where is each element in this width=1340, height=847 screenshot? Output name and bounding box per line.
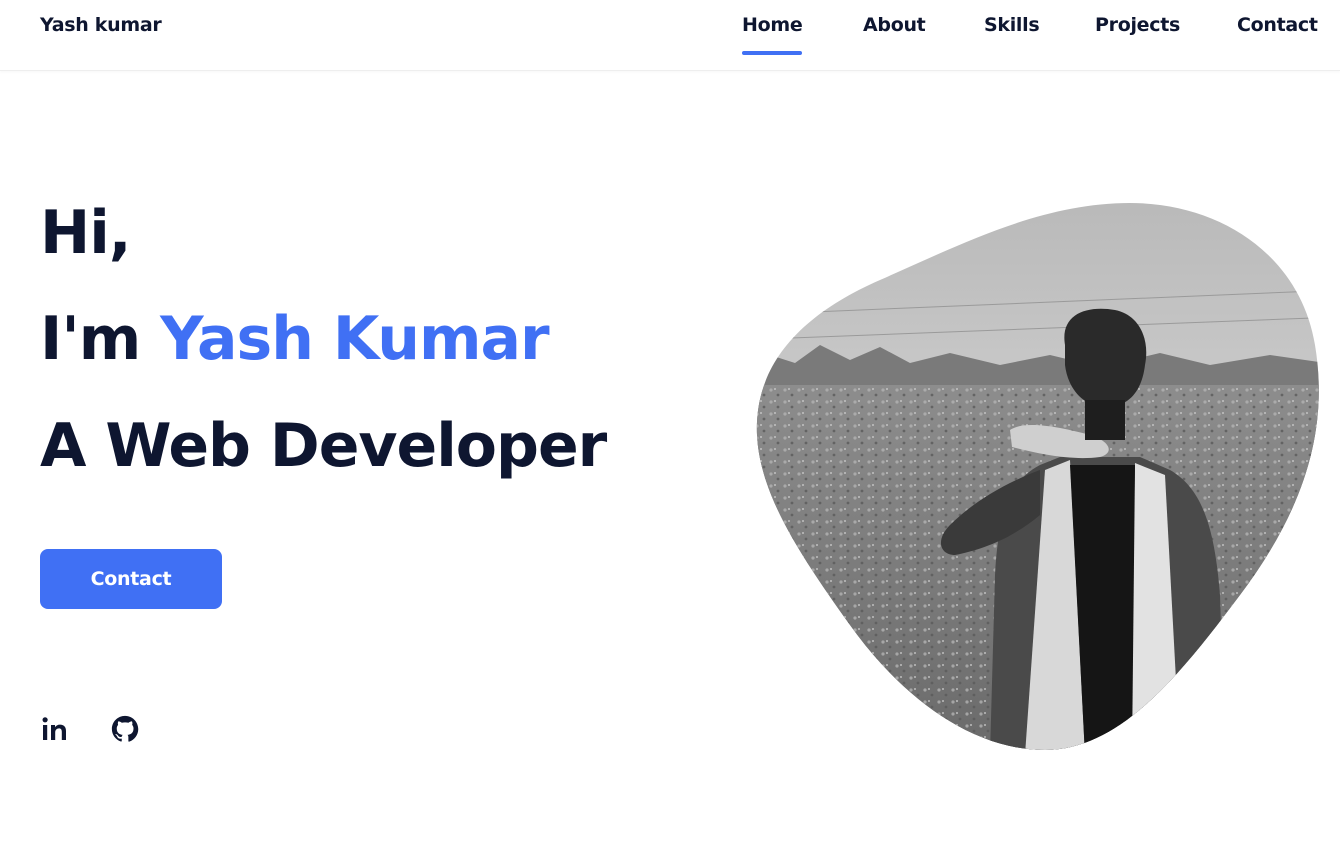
hero-name: Yash Kumar [160, 304, 549, 374]
nav-link-home[interactable]: Home [742, 14, 803, 55]
nav-link-skills[interactable]: Skills [984, 14, 1040, 36]
nav-link-about[interactable]: About [863, 14, 926, 36]
linkedin-icon[interactable] [40, 714, 70, 744]
hero-intro: I'm Yash Kumar [40, 309, 550, 369]
site-header: Yash kumar Home About Skills Projects Co… [0, 0, 1340, 71]
nav-link-contact[interactable]: Contact [1237, 14, 1318, 36]
hero-role: A Web Developer [40, 411, 607, 481]
nav-link-projects[interactable]: Projects [1095, 14, 1180, 36]
contact-button[interactable]: Contact [40, 549, 222, 609]
github-icon[interactable] [110, 714, 140, 744]
hero-intro-prefix: I'm [40, 304, 161, 374]
hero-greeting: Hi, [40, 198, 132, 268]
main-nav: Home About Skills Projects Contact [0, 14, 1340, 58]
profile-photo [740, 195, 1340, 755]
